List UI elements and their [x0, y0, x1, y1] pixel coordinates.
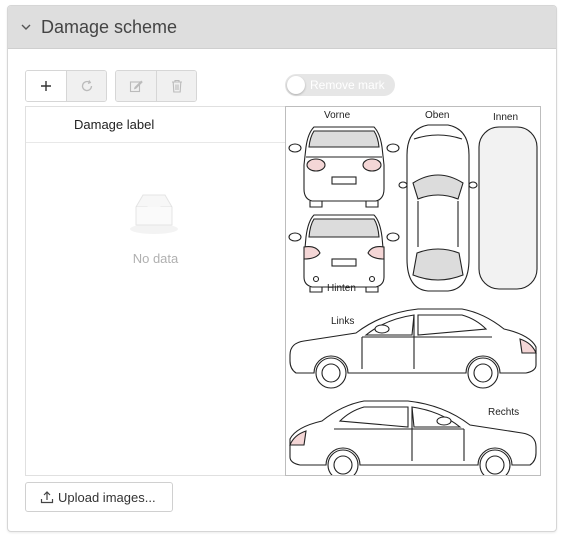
- label-front: Vorne: [324, 110, 351, 121]
- panel-title: Damage scheme: [41, 16, 178, 37]
- damage-scheme-panel: Damage scheme Remove mark Damage label N…: [7, 5, 557, 532]
- add-button[interactable]: [26, 71, 66, 101]
- empty-inbox-icon: [128, 191, 180, 240]
- toggle-knob: [287, 76, 305, 94]
- table-header: Damage label: [26, 107, 285, 143]
- label-left: Links: [331, 316, 354, 327]
- remove-mark-label: Remove mark: [310, 78, 385, 92]
- remove-mark-toggle[interactable]: Remove mark: [285, 74, 395, 96]
- delete-button[interactable]: [156, 71, 196, 101]
- chevron-down-icon[interactable]: [20, 21, 32, 33]
- label-top: Oben: [425, 110, 449, 121]
- car-left-view[interactable]: [289, 308, 537, 389]
- panel-header[interactable]: Damage scheme: [8, 6, 556, 49]
- car-rear-view[interactable]: [288, 214, 400, 293]
- upload-images-button[interactable]: Upload images...: [25, 482, 173, 512]
- car-top-view[interactable]: [398, 124, 478, 292]
- refresh-icon: [81, 80, 92, 92]
- empty-text: No data: [132, 251, 179, 266]
- refresh-button[interactable]: [66, 71, 106, 101]
- label-right: Rechts: [488, 407, 519, 418]
- damage-table: Damage label No data: [25, 106, 285, 476]
- edit-icon: [129, 80, 143, 93]
- car-inside-view[interactable]: [478, 126, 538, 290]
- label-rear: Hinten: [327, 283, 356, 294]
- upload-icon: [40, 491, 54, 504]
- plus-icon: [41, 81, 51, 91]
- toolbar-group-primary: [25, 70, 107, 102]
- edit-button[interactable]: [116, 71, 156, 101]
- trash-icon: [171, 79, 182, 93]
- upload-images-label: Upload images...: [58, 489, 156, 505]
- label-inside: Innen: [493, 112, 518, 123]
- column-header-damage-label[interactable]: Damage label: [74, 117, 154, 132]
- car-front-view[interactable]: [288, 126, 400, 208]
- damage-scheme-canvas[interactable]: Vorne Oben Innen Hinten Links Rechts: [285, 106, 541, 476]
- toolbar-group-edit: [115, 70, 197, 102]
